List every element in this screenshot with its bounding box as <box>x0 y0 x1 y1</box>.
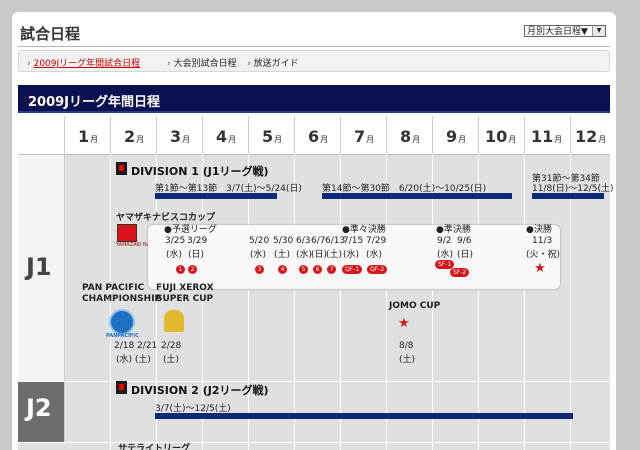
sf-tag: SF-2 <box>450 268 470 277</box>
match-date: 5/30 <box>273 236 294 246</box>
jomo-title: JOMO CUP <box>389 301 441 311</box>
month-col-9: 9月 <box>432 116 478 154</box>
match-date: 11/3 <box>532 236 553 246</box>
division1-bar-mid <box>322 193 512 199</box>
qf-tag: QF-2 <box>367 265 388 274</box>
match-day: (日) <box>311 250 328 260</box>
match-day: (水) <box>437 250 454 260</box>
match-date: 9/2 <box>437 236 452 246</box>
section-header-title: 2009Jリーグ年間日程 <box>28 95 161 110</box>
month-col-6: 6月 <box>294 116 340 154</box>
tab-competition-schedule[interactable]: › 大会別試合日程 <box>167 56 237 69</box>
month-col-3: 3月 <box>156 116 202 154</box>
match-date: 3/29 <box>187 236 208 246</box>
xerox-date: 2/28 <box>161 341 182 351</box>
tab-annual-schedule[interactable]: › 2009Jリーグ年間試合日程 <box>27 56 140 69</box>
month-header-row: 1月 2月 3月 4月 5月 6月 7月 8月 9月 10月 11月 12月 <box>18 116 610 155</box>
division1-bar-first <box>155 193 277 199</box>
tab-bar: › 2009Jリーグ年間試合日程 › 大会別試合日程 › 放送ガイド <box>18 50 610 72</box>
section-header: 2009Jリーグ年間日程 <box>18 85 610 113</box>
nabisco-group: ●予選リーグ <box>164 225 217 235</box>
page-title: 試合日程 <box>20 25 81 43</box>
month-col-2: 2月 <box>110 116 156 154</box>
match-day: (水) <box>250 250 267 260</box>
row-divider <box>18 442 610 443</box>
month-col-1: 1月 <box>64 116 110 154</box>
satellite-title: サテライトリーグ <box>118 444 191 450</box>
match-day: (水) <box>343 250 360 260</box>
month-col-4: 4月 <box>202 116 248 154</box>
bullet-arrow-icon: › <box>167 59 171 69</box>
division2-title: DIVISION 2 (J2リーグ戦) <box>131 384 269 397</box>
match-date: 7/29 <box>366 236 387 246</box>
match-day: (日) <box>188 250 205 260</box>
panpacific-logo-text: PANPACIFIC <box>106 333 139 339</box>
jleague-logo-icon <box>116 381 127 394</box>
month-col-8: 8月 <box>386 116 432 154</box>
division1-title: DIVISION 1 (J1リーグ戦) <box>131 165 269 178</box>
xerox-supercup-logo <box>164 310 184 332</box>
bullet-arrow-icon: › <box>27 59 31 69</box>
month-select-value: 月別大会日程▼ <box>527 27 588 37</box>
match-date: 7/15 <box>343 236 364 246</box>
qf-tag: QF-1 <box>342 265 363 274</box>
round-marker: 5 <box>299 265 308 274</box>
panpacific-title-line2: CHAMPIONSHIP <box>82 294 162 304</box>
match-date: 9/6 <box>457 236 472 246</box>
month-select[interactable]: 月別大会日程▼ ▼ <box>524 25 606 37</box>
xerox-title-line1: FUJI XEROX <box>156 283 214 293</box>
panpacific-logo <box>109 309 135 335</box>
nabisco-final: ●決勝 <box>526 225 552 235</box>
dropdown-arrow-icon[interactable]: ▼ <box>592 26 605 36</box>
round-marker: 3 <box>255 265 264 274</box>
month-col-5: 5月 <box>248 116 294 154</box>
match-day: (土) <box>274 250 291 260</box>
jleague-logo-icon <box>116 162 127 175</box>
row-divider <box>18 381 610 382</box>
round-marker: 7 <box>327 265 336 274</box>
round-marker: 2 <box>188 265 197 274</box>
bullet-arrow-icon: › <box>247 59 251 69</box>
nabisco-qf: ●準々決勝 <box>342 225 386 235</box>
round-marker: 6 <box>313 265 322 274</box>
match-date: 5/20 <box>249 236 270 246</box>
final-star-icon: ★ <box>534 261 546 276</box>
match-day: (水) <box>166 250 183 260</box>
round-marker: 4 <box>278 265 287 274</box>
title-divider <box>18 46 610 47</box>
month-col-10: 10月 <box>478 116 524 154</box>
nabisco-cup-logo <box>117 224 137 242</box>
division2-bar <box>155 413 573 419</box>
panpacific-dates: 2/18 2/21 <box>114 341 158 351</box>
match-day: (水) <box>366 250 383 260</box>
match-date: 6/7 <box>311 236 326 246</box>
match-day: (水) <box>296 250 313 260</box>
xerox-title-line2: SUPER CUP <box>156 294 214 304</box>
jomo-day: (土) <box>399 355 416 365</box>
row-label-j2: J2 <box>18 382 65 442</box>
division1-bar-final <box>532 193 604 199</box>
month-col-12: 12月 <box>570 116 610 154</box>
xerox-day: (土) <box>163 355 180 365</box>
match-day: (日) <box>457 250 474 260</box>
jomo-star-icon: ★ <box>398 316 410 331</box>
panpacific-days: (水) (土) <box>116 355 151 365</box>
grid-line <box>524 154 525 450</box>
month-col-7: 7月 <box>340 116 386 154</box>
match-day: (火・祝) <box>526 250 561 260</box>
round-marker: 1 <box>176 265 185 274</box>
jomo-date: 8/8 <box>399 341 414 351</box>
match-date: 3/25 <box>165 236 186 246</box>
grid-line <box>294 154 295 450</box>
match-date: 6/3 <box>296 236 311 246</box>
nabisco-sf: ●準決勝 <box>436 225 471 235</box>
row-label-j1: J1 <box>18 155 65 381</box>
panpacific-title-line1: PAN PACIFIC <box>82 283 145 293</box>
tab-broadcast-guide[interactable]: › 放送ガイド <box>247 56 299 69</box>
schedule-panel: 試合日程 月別大会日程▼ ▼ › 2009Jリーグ年間試合日程 › 大会別試合日程 … <box>12 12 616 450</box>
match-day: (土) <box>326 250 343 260</box>
month-col-11: 11月 <box>524 116 570 154</box>
